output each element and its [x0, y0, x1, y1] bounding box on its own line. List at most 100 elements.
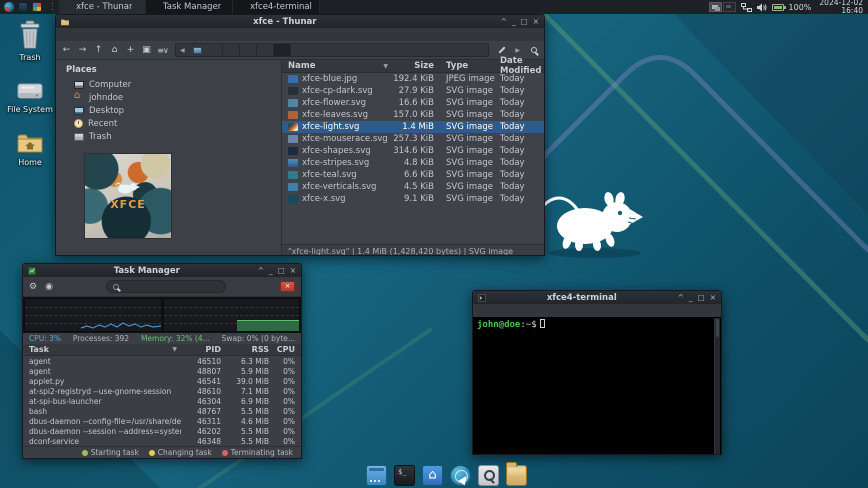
terminal-launcher-icon[interactable] — [18, 2, 28, 12]
split-view-icon[interactable]: ▣ — [140, 44, 153, 57]
thunar-app-icon — [61, 18, 69, 25]
search-input[interactable] — [123, 282, 220, 291]
edit-path-icon[interactable] — [495, 44, 508, 57]
search-icon[interactable] — [527, 44, 540, 57]
tasklist-button[interactable]: xfce4-terminal — [233, 0, 320, 14]
column-type[interactable]: Type — [438, 61, 494, 71]
file-thumbnail-icon — [288, 111, 298, 119]
battery-icon[interactable] — [771, 3, 786, 11]
minimize-button[interactable]: _ — [689, 294, 693, 302]
process-cpu: 0% — [283, 386, 295, 396]
sidebar-item-johndoe[interactable]: johndoe — [56, 90, 281, 104]
shade-button[interactable]: ^ — [258, 267, 264, 275]
desktop-icon-trash[interactable]: Trash — [6, 20, 54, 62]
app-finder-icon[interactable] — [478, 465, 499, 486]
about-icon[interactable]: ◉ — [45, 282, 53, 292]
pathbar-root-icon[interactable] — [192, 46, 202, 54]
minimize-button[interactable]: _ — [269, 267, 273, 275]
terminal-scrollbar[interactable] — [714, 318, 720, 454]
pathbar-crumb[interactable] — [240, 44, 257, 56]
sidebar-item-trash[interactable]: Trash — [56, 130, 281, 143]
column-task[interactable]: Task — [23, 345, 181, 354]
process-row[interactable]: agent 48807 5.9 MiB 0% — [23, 366, 301, 376]
tasklist-button[interactable]: xfce - Thunar — [59, 0, 146, 14]
close-red-icon[interactable] — [280, 281, 295, 292]
process-row[interactable]: agent 46510 6.3 MiB 0% — [23, 356, 301, 366]
column-size[interactable]: Size — [392, 61, 438, 71]
up-icon[interactable]: ↑ — [92, 44, 105, 57]
thunar-menubar — [56, 28, 544, 41]
pathbar-crumb[interactable] — [273, 44, 291, 56]
file-row[interactable]: xfce-x.svg 9.1 KiB SVG image Today — [282, 193, 544, 205]
packages-launcher-icon[interactable] — [32, 2, 42, 12]
process-row[interactable]: bash 48767 5.5 MiB 0% — [23, 406, 301, 416]
workspace-pager[interactable] — [708, 2, 736, 12]
column-cpu[interactable]: CPU — [269, 345, 301, 354]
workspace-2[interactable] — [722, 2, 736, 12]
close-button[interactable]: × — [290, 267, 296, 275]
workspace-1[interactable] — [708, 2, 722, 12]
file-row[interactable]: xfce-light.svg 1.4 MiB SVG image Today — [282, 121, 544, 133]
network-icon[interactable] — [740, 2, 752, 12]
view-menu-icon[interactable]: ≡∨ — [156, 44, 169, 57]
maximize-button[interactable]: □ — [521, 18, 528, 26]
shade-button[interactable]: ^ — [678, 294, 684, 302]
desktop-icon-filesystem[interactable]: File System — [6, 80, 54, 114]
file-manager-icon[interactable] — [506, 462, 527, 486]
file-row[interactable]: xfce-verticals.svg 4.5 KiB SVG image Tod… — [282, 181, 544, 193]
terminal-content[interactable]: john@doe:~$ — [473, 317, 721, 454]
home-folder-icon[interactable] — [422, 465, 443, 486]
chevron-right-icon[interactable]: ▶ — [511, 47, 524, 54]
process-row[interactable]: dconf-service 46348 5.5 MiB 0% — [23, 436, 301, 446]
process-row[interactable]: at-spi2-registryd --use-gnome-session 48… — [23, 386, 301, 396]
maximize-button[interactable]: □ — [698, 294, 705, 302]
settings-gear-icon[interactable]: ⚙ — [29, 282, 37, 292]
chevron-left-icon[interactable]: ◀ — [176, 47, 189, 54]
home-icon[interactable]: ⌂ — [108, 44, 121, 57]
show-desktop-icon[interactable] — [366, 465, 387, 486]
file-row[interactable]: xfce-stripes.svg 4.8 KiB SVG image Today — [282, 157, 544, 169]
column-pid[interactable]: PID — [181, 345, 221, 354]
volume-icon[interactable] — [756, 3, 767, 12]
file-row[interactable]: xfce-flower.svg 16.6 KiB SVG image Today — [282, 97, 544, 109]
column-name[interactable]: Name — [282, 61, 392, 71]
thunar-titlebar[interactable]: xfce - Thunar ^ _ □ × — [56, 15, 544, 28]
pathbar-crumb[interactable] — [223, 44, 240, 56]
terminal-icon[interactable] — [394, 465, 415, 486]
column-rss[interactable]: RSS — [221, 345, 269, 354]
task-manager-titlebar[interactable]: Task Manager ^ _ □ × — [23, 264, 301, 277]
minimize-button[interactable]: _ — [512, 18, 516, 26]
terminal-titlebar[interactable]: xfce4-terminal ^ _ □ × — [473, 291, 721, 304]
new-tab-icon[interactable]: + — [124, 44, 137, 57]
file-row[interactable]: xfce-blue.jpg 192.4 KiB JPEG image Today — [282, 73, 544, 85]
sidebar-item-computer[interactable]: Computer — [56, 78, 281, 91]
shade-button[interactable]: ^ — [501, 18, 507, 26]
pathbar-crumb[interactable] — [257, 44, 274, 56]
window-title: Task Manager — [113, 265, 180, 276]
process-row[interactable]: dbus-daemon --session --address=systemd:… — [23, 426, 301, 436]
file-row[interactable]: xfce-teal.svg 6.6 KiB SVG image Today — [282, 169, 544, 181]
applications-menu-icon[interactable] — [4, 2, 14, 12]
back-icon[interactable]: ← — [60, 44, 73, 57]
tasklist-button[interactable]: Task Manager — [146, 0, 233, 14]
process-row[interactable]: dbus-daemon --config-file=/usr/share/def… — [23, 416, 301, 426]
web-browser-icon[interactable] — [450, 465, 471, 486]
clock[interactable]: 2024-12-02 16:40 — [816, 0, 863, 15]
pathbar-crumb[interactable] — [206, 44, 223, 56]
close-button[interactable]: × — [533, 18, 539, 26]
trash-icon — [20, 20, 40, 49]
maximize-button[interactable]: □ — [278, 267, 285, 275]
legend-item: Changing task — [148, 448, 212, 457]
file-row[interactable]: xfce-mouserace.svg 257.3 KiB SVG image T… — [282, 133, 544, 145]
desktop-icon-home[interactable]: Home — [6, 132, 54, 167]
process-row[interactable]: at-spi-bus-launcher 46304 6.9 MiB 0% — [23, 396, 301, 406]
sidebar-item-desktop[interactable]: Desktop — [56, 104, 281, 117]
forward-icon[interactable]: → — [76, 44, 89, 57]
sidebar-item-recent[interactable]: Recent — [56, 117, 281, 130]
file-row[interactable]: xfce-cp-dark.svg 27.9 KiB SVG image Toda… — [282, 85, 544, 97]
close-button[interactable]: × — [710, 294, 716, 302]
file-row[interactable]: xfce-leaves.svg 157.0 KiB SVG image Toda… — [282, 109, 544, 121]
process-search[interactable] — [106, 280, 227, 293]
file-row[interactable]: xfce-shapes.svg 314.6 KiB SVG image Toda… — [282, 145, 544, 157]
process-row[interactable]: applet.py 46541 39.0 MiB 0% — [23, 376, 301, 386]
